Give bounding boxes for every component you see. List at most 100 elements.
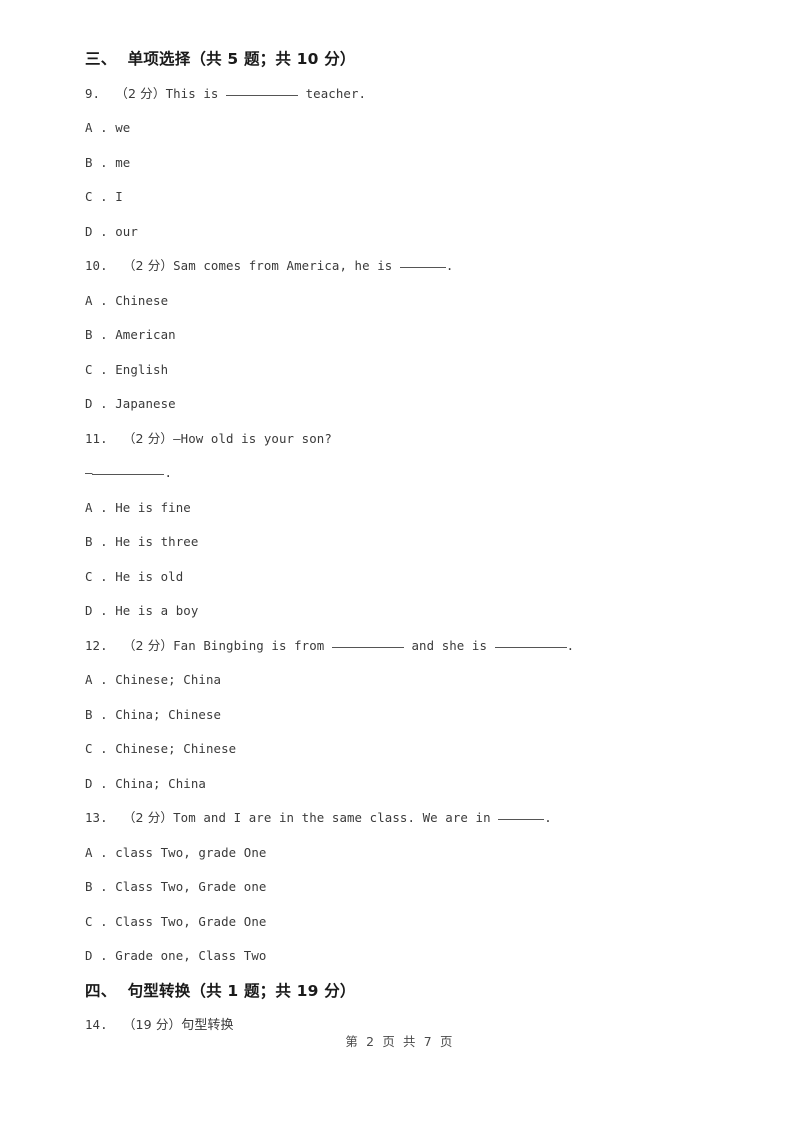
option-text: Chinese; Chinese: [115, 741, 237, 756]
question-13-blank: [498, 808, 545, 820]
option-text: American: [115, 327, 176, 342]
option-letter: A .: [85, 292, 108, 308]
option-text: Chinese; China: [115, 672, 222, 687]
question-12-option-b: B . China; Chinese: [85, 698, 725, 733]
option-text: our: [115, 223, 138, 239]
question-14-score: （19 分）: [122, 1017, 182, 1032]
option-text: we: [115, 120, 131, 135]
option-text: Japanese: [115, 396, 176, 411]
answer-period: .: [164, 465, 172, 480]
option-text: He is old: [115, 568, 184, 584]
option-letter: B .: [85, 879, 108, 894]
question-12-number: 12.: [85, 637, 108, 653]
question-9-score: （2 分）: [115, 85, 166, 101]
question-9-option-b: B . me: [85, 146, 725, 181]
question-10-stem: 10. （2 分）Sam comes from America, he is .: [85, 249, 725, 284]
option-letter: A .: [85, 499, 108, 515]
question-12-blank-1: [331, 636, 404, 648]
question-9-stem-after: teacher.: [298, 85, 367, 101]
option-text: He is a boy: [115, 603, 199, 618]
question-12-blank-2: [494, 636, 567, 648]
option-letter: D .: [85, 603, 108, 618]
question-11-option-b: B . He is three: [85, 525, 725, 560]
page-content: 三、 单项选择（共 5 题；共 10 分） 9. （2 分）This is te…: [85, 42, 725, 1043]
question-10-stem-after: .: [445, 258, 454, 273]
question-9-stem-before: This is: [165, 85, 227, 101]
question-11-score: （2 分）: [122, 430, 174, 446]
section-heading-3: 三、 单项选择（共 5 题；共 10 分）: [85, 50, 356, 68]
question-9-option-a: A . we: [85, 111, 725, 146]
question-9-blank: [226, 84, 299, 96]
question-11-stem: 11. （2 分）—How old is your son?: [85, 422, 725, 457]
option-text: Grade one, Class Two: [115, 948, 267, 963]
option-text: I: [115, 189, 123, 204]
option-letter: C .: [85, 568, 108, 584]
question-12-option-c: C . Chinese; Chinese: [85, 732, 725, 767]
question-13-option-b: B . Class Two, Grade one: [85, 870, 725, 905]
option-letter: D .: [85, 223, 108, 239]
option-text: Chinese: [115, 292, 169, 308]
option-letter: C .: [85, 361, 108, 377]
question-11-answer-line: —.: [85, 456, 725, 491]
option-letter: B .: [85, 327, 108, 342]
question-14-stem-before: 句型转换: [181, 1018, 234, 1033]
question-10-blank: [399, 256, 446, 268]
option-letter: D .: [85, 948, 108, 963]
question-12-stem-after: .: [566, 637, 575, 653]
option-text: He is fine: [115, 499, 191, 515]
question-9-option-c: C . I: [85, 180, 725, 215]
question-9-stem: 9. （2 分）This is teacher.: [85, 77, 725, 112]
option-text: Class Two, Grade One: [115, 913, 267, 929]
question-12-option-d: D . China; China: [85, 767, 725, 802]
option-text: Class Two, Grade one: [115, 879, 267, 894]
question-12-stem: 12. （2 分）Fan Bingbing is from and she is…: [85, 629, 725, 664]
question-9-option-d: D . our: [85, 215, 725, 250]
question-13-stem-before: Tom and I are in the same class. We are …: [173, 810, 499, 825]
question-14-number: 14.: [85, 1017, 108, 1032]
question-11-option-c: C . He is old: [85, 560, 725, 595]
section-heading-4: 四、 句型转换（共 1 题；共 19 分）: [85, 981, 356, 1000]
option-letter: A .: [85, 672, 108, 687]
question-13-number: 13.: [85, 810, 108, 825]
option-letter: B .: [85, 706, 108, 722]
option-text: China; Chinese: [115, 706, 222, 722]
question-13-option-d: D . Grade one, Class Two: [85, 939, 725, 974]
question-9-number: 9.: [85, 85, 101, 101]
question-11-stem-before: —How old is your son?: [173, 430, 332, 446]
answer-dash: —: [85, 465, 93, 480]
question-12-stem-before: Fan Bingbing is from: [173, 637, 332, 653]
question-13-option-a: A . class Two, grade One: [85, 836, 725, 871]
page-footer: 第 2 页 共 7 页: [345, 1034, 455, 1049]
question-13-score: （2 分）: [122, 810, 174, 825]
option-letter: B .: [85, 154, 108, 170]
question-12-option-a: A . Chinese; China: [85, 663, 725, 698]
question-10-score: （2 分）: [122, 258, 174, 273]
question-10-option-d: D . Japanese: [85, 387, 725, 422]
option-text: English: [115, 361, 169, 377]
option-letter: C .: [85, 741, 108, 756]
option-letter: C .: [85, 913, 108, 929]
question-10-option-b: B . American: [85, 318, 725, 353]
option-letter: D .: [85, 775, 108, 791]
question-13-stem-after: .: [544, 810, 552, 825]
question-11-option-d: D . He is a boy: [85, 594, 725, 629]
option-letter: B .: [85, 534, 108, 549]
question-12-stem-mid: and she is: [403, 637, 495, 653]
question-11-number: 11.: [85, 430, 108, 446]
option-letter: D .: [85, 396, 108, 411]
question-10-number: 10.: [85, 258, 108, 273]
option-text: He is three: [115, 534, 199, 549]
option-text: China; China: [115, 775, 206, 791]
option-letter: A .: [85, 844, 108, 860]
question-11-option-a: A . He is fine: [85, 491, 725, 526]
option-letter: A .: [85, 120, 108, 135]
question-10-option-c: C . English: [85, 353, 725, 388]
option-letter: C .: [85, 189, 108, 204]
question-12-score: （2 分）: [122, 637, 174, 653]
option-text: me: [115, 154, 131, 170]
question-10-stem-before: Sam comes from America, he is: [173, 258, 400, 273]
question-13-stem: 13. （2 分）Tom and I are in the same class…: [85, 801, 725, 836]
question-10-option-a: A . Chinese: [85, 284, 725, 319]
question-13-option-c: C . Class Two, Grade One: [85, 905, 725, 940]
document-page: 三、 单项选择（共 5 题；共 10 分） 9. （2 分）This is te…: [0, 0, 800, 1132]
